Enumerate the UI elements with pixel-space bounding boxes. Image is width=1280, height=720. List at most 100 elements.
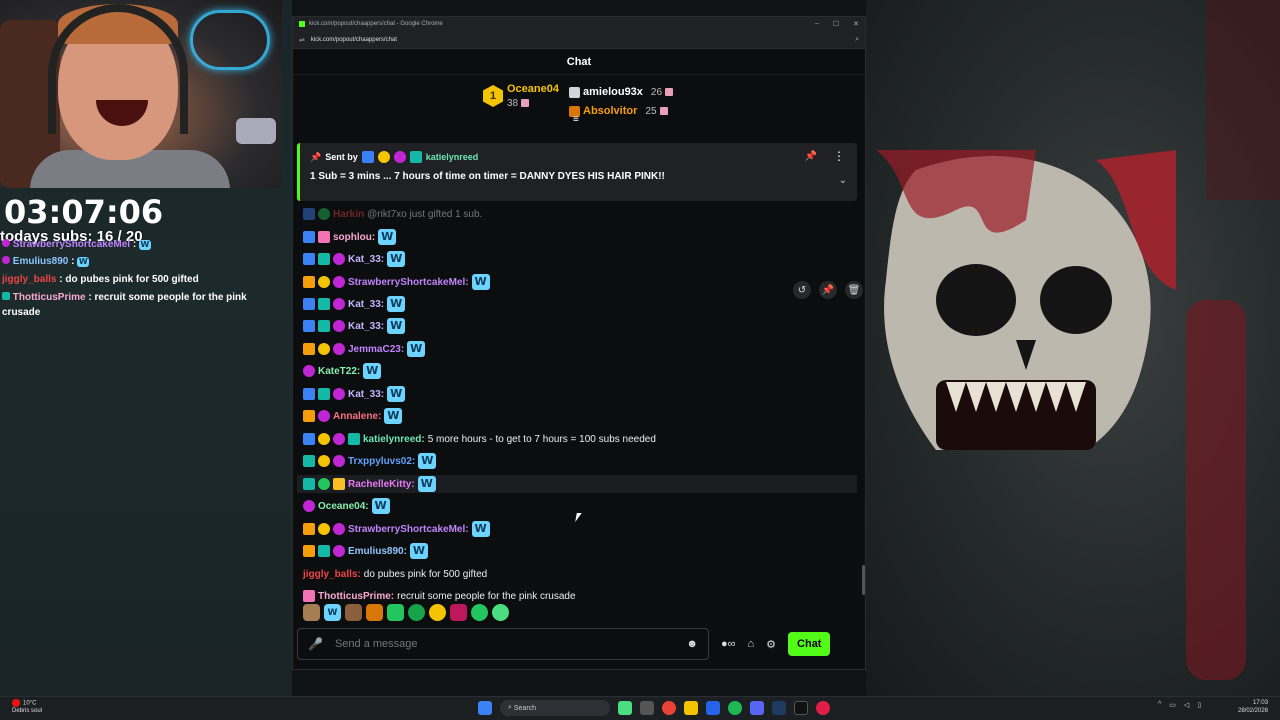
discord-icon[interactable]: [750, 701, 764, 715]
w-emote-icon: W: [363, 363, 382, 379]
chat-username[interactable]: Trxppyluvs02:: [348, 456, 415, 467]
maximize-icon[interactable]: ☐: [833, 20, 839, 28]
gift-leaderboard[interactable]: 1 Oceane04 38 amielou93x 26 Absolvitor 25 …: [293, 75, 865, 129]
chat-username[interactable]: JemmaC23:: [348, 344, 404, 355]
chat-username[interactable]: jiggly_balls:: [303, 569, 361, 580]
site-info-icon[interactable]: ⇌: [299, 36, 305, 44]
chat-username[interactable]: katielynreed:: [363, 434, 425, 445]
emote-green-icon[interactable]: [387, 604, 404, 621]
emote-face-icon[interactable]: [345, 604, 362, 621]
spotify-icon[interactable]: [728, 701, 742, 715]
chat-message[interactable]: Annalene: W: [303, 407, 403, 425]
chat-username[interactable]: Kat_33:: [348, 389, 384, 400]
edge-icon[interactable]: [706, 701, 720, 715]
leaderboard-first-place[interactable]: 1 Oceane04 38: [483, 83, 559, 109]
tray-chevron-icon[interactable]: ^: [1158, 701, 1161, 709]
chat-message[interactable]: Kat_33: W: [303, 250, 406, 268]
microphone-icon[interactable]: 🎤: [308, 637, 323, 651]
chat-message[interactable]: RachelleKitty: W: [297, 475, 857, 493]
chat-message[interactable]: sophlou: W: [303, 228, 397, 246]
crown-badge-icon: [303, 343, 315, 355]
battery-icon[interactable]: ▯: [1197, 701, 1201, 709]
store-icon[interactable]: ⌂: [748, 638, 755, 650]
zoom-icon[interactable]: ⌕: [855, 36, 859, 44]
coin-badge-icon: [318, 343, 330, 355]
chat-message[interactable]: StrawberryShortcakeMel: W: [303, 520, 490, 538]
reply-icon[interactable]: ↺: [793, 281, 811, 299]
infinity-icon[interactable]: ●∞: [721, 638, 736, 650]
emote-pink-icon[interactable]: [450, 604, 467, 621]
message-box[interactable]: 🎤 ☻: [297, 628, 709, 660]
weather-widget[interactable]: 10°C Debris soul: [12, 699, 42, 715]
emote-dance-icon[interactable]: [366, 604, 383, 621]
emote-person-icon[interactable]: [303, 604, 320, 621]
chat-username[interactable]: Harkin: [333, 209, 364, 220]
chat-message[interactable]: Trxppyluvs02: W: [303, 452, 437, 470]
url-text[interactable]: kick.com/popout/chaappers/chat: [311, 37, 397, 43]
chat-username[interactable]: Oceane04:: [318, 501, 369, 512]
chat-message[interactable]: KateT22: W: [303, 362, 382, 380]
pin-icon[interactable]: 📌: [819, 281, 837, 299]
settings-gear-icon[interactable]: ⚙: [766, 638, 776, 651]
chat-username[interactable]: RachelleKitty:: [348, 479, 415, 490]
chat-scrollbar[interactable]: [862, 565, 865, 595]
chat-username[interactable]: StrawberryShortcakeMel:: [348, 524, 469, 535]
chevron-down-icon[interactable]: ⌄: [839, 175, 847, 186]
chat-username[interactable]: Kat_33:: [348, 321, 384, 332]
delete-icon[interactable]: 🗑: [845, 281, 863, 299]
chat-message[interactable]: katielynreed: 5 more hours - to get to 7 …: [303, 430, 656, 448]
chat-username[interactable]: Kat_33:: [348, 299, 384, 310]
taskbar-clock[interactable]: 17:03 28/02/2026: [1238, 699, 1268, 715]
send-chat-button[interactable]: Chat: [788, 632, 831, 656]
taskbar-search[interactable]: ⌕ Search: [500, 700, 610, 716]
emote-heart-icon[interactable]: [429, 604, 446, 621]
chat-message[interactable]: JemmaC23: W: [303, 340, 426, 358]
chrome-icon[interactable]: [662, 701, 676, 715]
chat-username[interactable]: Annalene:: [333, 411, 381, 422]
close-icon[interactable]: ✕: [853, 20, 859, 28]
chat-username[interactable]: Emulius890:: [348, 546, 407, 557]
w-emote-icon: W: [407, 341, 426, 357]
widget-icon[interactable]: [618, 701, 632, 715]
emote-ghost-icon[interactable]: [471, 604, 488, 621]
chat-message[interactable]: Emulius890: W: [303, 542, 428, 560]
more-options-icon[interactable]: ⋮: [833, 149, 845, 163]
leaderboard-third-place[interactable]: Absolvitor 25: [569, 102, 673, 121]
emote-smile-icon[interactable]: [408, 604, 425, 621]
chat-message[interactable]: Oceane04: W: [303, 497, 390, 515]
address-bar[interactable]: ⇌ kick.com/popout/chaappers/chat ⌕: [293, 31, 865, 49]
chat-message[interactable]: Kat_33: W: [303, 295, 406, 313]
start-windows-icon[interactable]: [478, 701, 492, 715]
message-input[interactable]: [334, 638, 687, 650]
chat-message[interactable]: ThotticusPrime: recruit some people for t…: [303, 587, 576, 603]
pinned-message[interactable]: 📌 Sent by katielynreed 1 Sub = 3 mins ..…: [297, 143, 857, 201]
file-explorer-icon[interactable]: [684, 701, 698, 715]
unpin-icon[interactable]: 📌: [805, 151, 817, 162]
emote-w-icon[interactable]: W: [324, 604, 341, 621]
chat-message[interactable]: Kat_33: W: [303, 317, 406, 335]
chat-username[interactable]: StrawberryShortcakeMel:: [348, 277, 469, 288]
chat-message-list[interactable]: Harkin @rikt7xo just gifted 1 sub. sophlou…: [293, 203, 861, 603]
chat-username[interactable]: KateT22:: [318, 366, 360, 377]
w-emote-icon: W: [387, 251, 406, 267]
chat-message[interactable]: StrawberryShortcakeMel: W: [303, 273, 490, 291]
chat-username[interactable]: sophlou:: [333, 232, 375, 243]
minimize-icon[interactable]: –: [815, 20, 819, 28]
terminal-icon[interactable]: [794, 701, 808, 715]
chat-message[interactable]: Harkin @rikt7xo just gifted 1 sub.: [303, 205, 482, 223]
obs-icon[interactable]: [816, 701, 830, 715]
leaderboard-expand-icon[interactable]: ≡: [573, 114, 579, 125]
chat-username[interactable]: Kat_33:: [348, 254, 384, 265]
emoji-picker-icon[interactable]: ☻: [686, 638, 698, 650]
steam-icon[interactable]: [772, 701, 786, 715]
chat-message[interactable]: jiggly_balls: do pubes pink for 500 gifte…: [303, 565, 487, 583]
chat-username[interactable]: ThotticusPrime:: [318, 591, 394, 602]
volume-icon[interactable]: ◁: [1184, 701, 1189, 709]
pinned-username[interactable]: katielynreed: [426, 152, 479, 162]
chat-message[interactable]: Kat_33: W: [303, 385, 406, 403]
og-badge-icon: [333, 545, 345, 557]
task-view-icon[interactable]: [640, 701, 654, 715]
emote-laugh-icon[interactable]: [492, 604, 509, 621]
leaderboard-second-place[interactable]: amielou93x 26: [569, 83, 674, 102]
network-icon[interactable]: ▭: [1169, 701, 1176, 709]
